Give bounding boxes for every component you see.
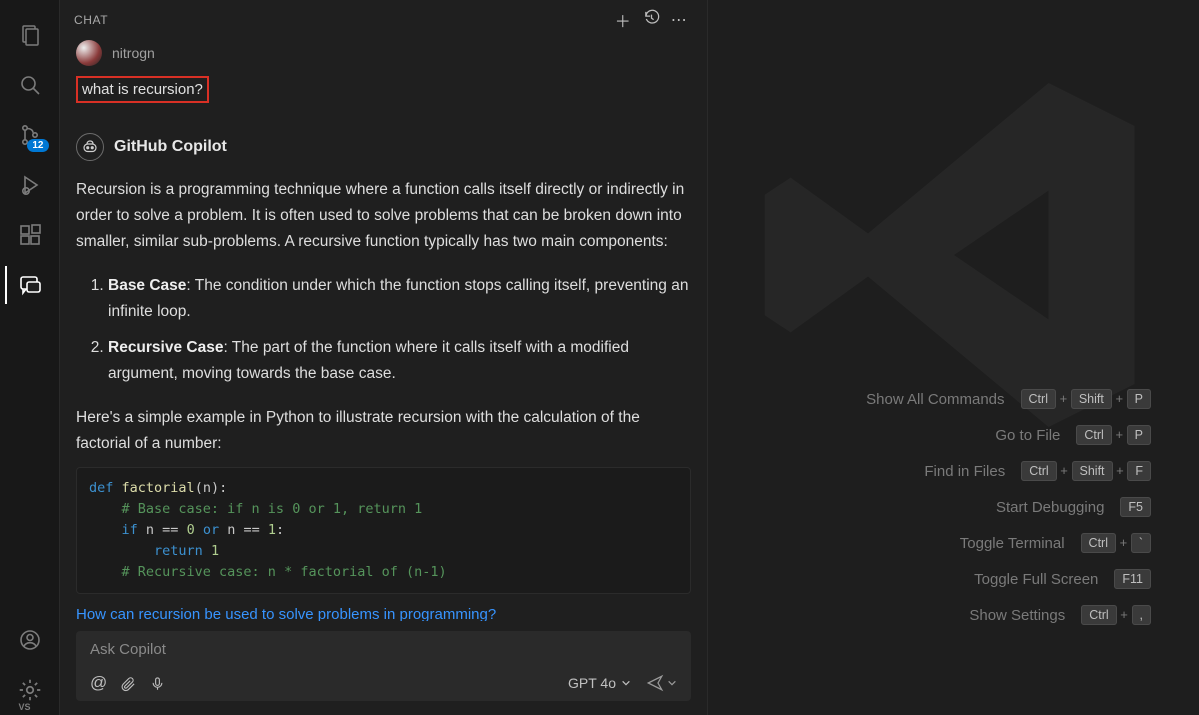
history-icon[interactable] [637, 9, 665, 31]
model-selector[interactable]: GPT 4o [568, 675, 631, 691]
welcome-label: Find in Files [924, 463, 1005, 480]
kbd-key: Shift [1071, 389, 1112, 409]
kbd-key: Shift [1072, 461, 1113, 481]
list-item: Recursive Case: The part of the function… [108, 335, 691, 387]
kbd-key: Ctrl [1021, 389, 1056, 409]
welcome-label: Show Settings [969, 607, 1065, 624]
mic-icon[interactable] [150, 675, 165, 692]
key-group: Ctrl + , [1081, 606, 1151, 624]
welcome-row[interactable]: Start Debugging F5 [866, 498, 1151, 516]
key-group: Ctrl + Shift + F [1021, 462, 1151, 480]
scm-badge: 12 [27, 139, 48, 152]
kbd-key: P [1127, 425, 1151, 445]
key-group: F5 [1120, 498, 1151, 516]
bot-message: Recursion is a programming technique whe… [76, 177, 691, 457]
user-name: nitrogn [112, 45, 155, 61]
user-question: what is recursion? [76, 76, 209, 103]
bot-row: GitHub Copilot [76, 133, 691, 161]
kbd-key: ` [1131, 533, 1151, 553]
chat-input[interactable]: Ask Copilot [90, 641, 677, 663]
explorer-icon[interactable] [5, 10, 55, 60]
accounts-icon[interactable] [5, 615, 55, 665]
activity-bar: 12 VS [0, 0, 60, 715]
kbd-key: Ctrl [1076, 425, 1111, 445]
key-group: Ctrl + ` [1081, 534, 1151, 552]
chat-title: CHAT [74, 13, 108, 27]
kbd-key: Ctrl [1081, 533, 1116, 553]
chat-header: CHAT ＋ ⋯ [60, 0, 707, 40]
kbd-key: F11 [1114, 569, 1151, 589]
copilot-icon [76, 133, 104, 161]
welcome-label: Start Debugging [996, 499, 1104, 516]
bot-name: GitHub Copilot [114, 138, 227, 156]
more-icon[interactable]: ⋯ [665, 10, 693, 30]
run-debug-icon[interactable] [5, 160, 55, 210]
kbd-key: P [1127, 389, 1151, 409]
kbd-key: F5 [1120, 497, 1151, 517]
kbd-key: Ctrl [1081, 605, 1116, 625]
key-group: Ctrl + P [1076, 426, 1151, 444]
bot-intro: Recursion is a programming technique whe… [76, 177, 691, 255]
vs-label: VS [19, 702, 31, 712]
mention-icon[interactable]: @ [90, 673, 107, 693]
editor-area: Show All Commands Ctrl + Shift + P Go to F… [708, 0, 1199, 715]
attach-icon[interactable] [121, 675, 136, 692]
welcome-row[interactable]: Show Settings Ctrl + , [866, 606, 1151, 624]
welcome-label: Go to File [995, 427, 1060, 444]
list-item: Base Case: The condition under which the… [108, 273, 691, 325]
welcome-row[interactable]: Find in Files Ctrl + Shift + F [866, 462, 1151, 480]
chat-panel: CHAT ＋ ⋯ nitrogn what is recursion? GitH… [60, 0, 708, 715]
welcome-row[interactable]: Go to File Ctrl + P [866, 426, 1151, 444]
kbd-key: , [1132, 605, 1151, 625]
key-group: F11 [1114, 570, 1151, 588]
chevron-down-icon [667, 678, 677, 688]
search-icon[interactable] [5, 60, 55, 110]
welcome-shortcuts: Show All Commands Ctrl + Shift + P Go to F… [866, 390, 1151, 624]
suggestion-link[interactable]: How can recursion be used to solve probl… [76, 606, 691, 621]
user-avatar [76, 40, 102, 66]
welcome-label: Toggle Terminal [960, 535, 1065, 552]
bot-outro: Here's a simple example in Python to ill… [76, 405, 691, 457]
new-chat-icon[interactable]: ＋ [609, 8, 637, 32]
welcome-label: Toggle Full Screen [974, 571, 1098, 588]
key-group: Ctrl + Shift + P [1021, 390, 1151, 408]
welcome-row[interactable]: Toggle Terminal Ctrl + ` [866, 534, 1151, 552]
chevron-down-icon [621, 678, 631, 688]
kbd-key: Ctrl [1021, 461, 1056, 481]
chat-view-icon[interactable] [5, 260, 55, 310]
welcome-label: Show All Commands [866, 391, 1004, 408]
chat-input-box[interactable]: Ask Copilot @ GPT 4o [76, 631, 691, 701]
source-control-icon[interactable]: 12 [5, 110, 55, 160]
welcome-row[interactable]: Toggle Full Screen F11 [866, 570, 1151, 588]
send-button[interactable] [645, 674, 677, 692]
kbd-key: F [1127, 461, 1151, 481]
user-row: nitrogn [76, 40, 691, 66]
welcome-row[interactable]: Show All Commands Ctrl + Shift + P [866, 390, 1151, 408]
code-block: def factorial(n): # Base case: if n is 0… [76, 467, 691, 594]
settings-gear-icon[interactable]: VS [5, 665, 55, 715]
extensions-icon[interactable] [5, 210, 55, 260]
